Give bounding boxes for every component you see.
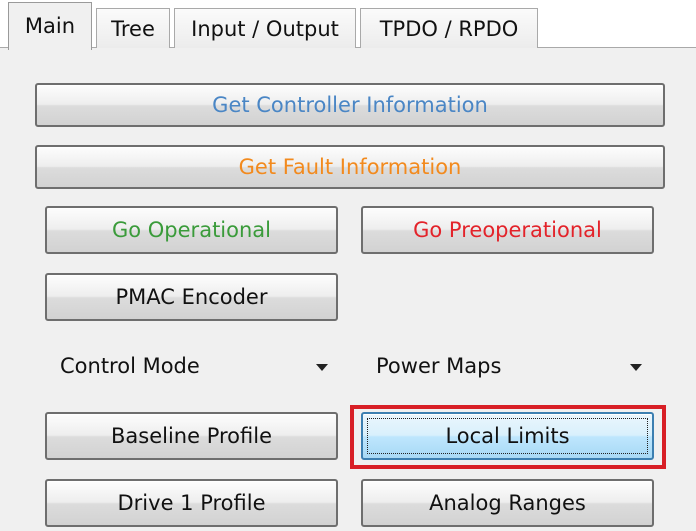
tab-main[interactable]: Main xyxy=(8,2,92,50)
tab-input-output[interactable]: Input / Output xyxy=(174,8,356,48)
baseline-profile-label: Baseline Profile xyxy=(110,424,272,448)
power-maps-dropdown[interactable]: Power Maps xyxy=(376,346,654,386)
get-controller-information-label: Get Controller Information xyxy=(212,93,488,117)
pmac-encoder-label: PMAC Encoder xyxy=(115,285,268,309)
analog-ranges-button[interactable]: Analog Ranges xyxy=(361,479,654,527)
go-operational-button[interactable]: Go Operational xyxy=(45,206,338,254)
local-limits-button[interactable]: Local Limits xyxy=(361,412,654,460)
go-preoperational-label: Go Preoperational xyxy=(413,218,602,242)
chevron-down-icon xyxy=(316,364,328,371)
go-preoperational-button[interactable]: Go Preoperational xyxy=(361,206,654,254)
local-limits-label: Local Limits xyxy=(445,424,570,448)
tab-bar: Main Tree Input / Output TPDO / RPDO xyxy=(0,0,696,50)
baseline-profile-button[interactable]: Baseline Profile xyxy=(45,412,338,460)
chevron-down-icon xyxy=(630,364,642,371)
control-mode-dropdown[interactable]: Control Mode xyxy=(60,346,338,386)
tab-tpdo-rpdo[interactable]: TPDO / RPDO xyxy=(360,8,538,48)
get-controller-information-button[interactable]: Get Controller Information xyxy=(35,83,665,127)
control-mode-value: Control Mode xyxy=(60,354,200,378)
drive-1-profile-label: Drive 1 Profile xyxy=(117,491,266,515)
drive-1-profile-button[interactable]: Drive 1 Profile xyxy=(45,479,338,527)
get-fault-information-label: Get Fault Information xyxy=(238,155,462,179)
get-fault-information-button[interactable]: Get Fault Information xyxy=(35,145,665,189)
tab-tree[interactable]: Tree xyxy=(96,8,170,48)
power-maps-value: Power Maps xyxy=(376,354,502,378)
go-operational-label: Go Operational xyxy=(111,218,271,242)
analog-ranges-label: Analog Ranges xyxy=(429,491,586,515)
pmac-encoder-button[interactable]: PMAC Encoder xyxy=(45,273,338,321)
